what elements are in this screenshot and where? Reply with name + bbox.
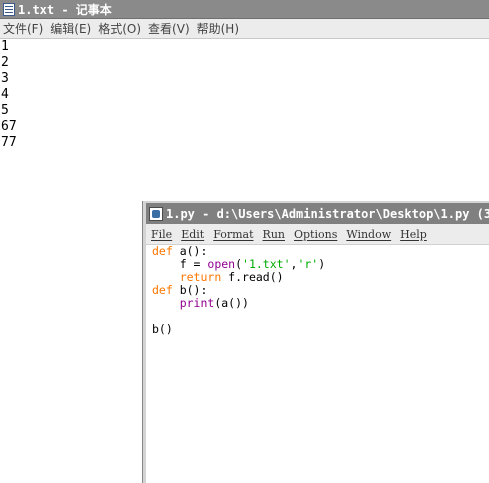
code-line: b() xyxy=(152,323,489,336)
text-line: 1 xyxy=(1,39,9,54)
code-text: f = xyxy=(152,257,208,271)
code-line: print(a()) xyxy=(152,297,489,310)
notepad-titlebar[interactable]: 1.txt - 记事本 xyxy=(0,0,489,19)
python-file-icon xyxy=(149,206,163,221)
text-line: 3 xyxy=(1,71,9,86)
idle-menu-window[interactable]: Window xyxy=(341,228,395,241)
code-text: b(): xyxy=(172,283,208,297)
code-text: a(): xyxy=(172,244,208,258)
menu-view[interactable]: 查看(V) xyxy=(145,20,194,37)
code-string: 'r' xyxy=(297,257,319,271)
idle-title: 1.py - d:\Users\Administrator\Desktop\1.… xyxy=(166,206,489,221)
idle-menubar: File Edit Format Run Options Window Help xyxy=(146,224,489,245)
code-keyword: def xyxy=(152,244,173,258)
code-builtin: print xyxy=(179,296,215,310)
notepad-title: 1.txt - 记事本 xyxy=(18,2,112,17)
idle-menu-edit[interactable]: Edit xyxy=(176,228,208,241)
code-editor[interactable]: def a(): f = open('1.txt','r') return f.… xyxy=(146,245,489,483)
text-line: 67 xyxy=(1,119,17,134)
idle-menu-run[interactable]: Run xyxy=(258,228,289,241)
idle-menu-file[interactable]: File xyxy=(146,228,176,241)
code-keyword: return xyxy=(179,270,222,284)
idle-menu-options[interactable]: Options xyxy=(289,228,341,241)
menu-file[interactable]: 文件(F) xyxy=(0,20,47,37)
notepad-menubar: 文件(F) 编辑(E) 格式(O) 查看(V) 帮助(H) xyxy=(0,19,489,39)
text-line: 77 xyxy=(1,135,17,150)
idle-menu-help[interactable]: Help xyxy=(395,228,431,241)
code-keyword: def xyxy=(152,283,173,297)
notepad-icon xyxy=(3,2,15,16)
menu-format[interactable]: 格式(O) xyxy=(95,20,145,37)
code-text: (a()) xyxy=(214,296,249,310)
menu-help[interactable]: 帮助(H) xyxy=(194,20,243,37)
code-string: '1.txt' xyxy=(242,257,291,271)
code-text: f.read() xyxy=(221,270,284,284)
code-text: ) xyxy=(318,257,326,271)
text-line: 2 xyxy=(1,55,9,70)
notepad-text-area[interactable]: 1 2 3 4 5 67 77 xyxy=(0,39,489,199)
code-text: ( xyxy=(235,257,243,271)
code-builtin: open xyxy=(207,257,236,271)
idle-titlebar[interactable]: 1.py - d:\Users\Administrator\Desktop\1.… xyxy=(146,203,489,224)
menu-edit[interactable]: 编辑(E) xyxy=(47,20,95,37)
text-line: 5 xyxy=(1,103,9,118)
idle-editor-window: 1.py - d:\Users\Administrator\Desktop\1.… xyxy=(143,201,489,483)
code-text: b() xyxy=(152,322,173,336)
idle-menu-format[interactable]: Format xyxy=(208,228,257,241)
text-line: 4 xyxy=(1,87,9,102)
